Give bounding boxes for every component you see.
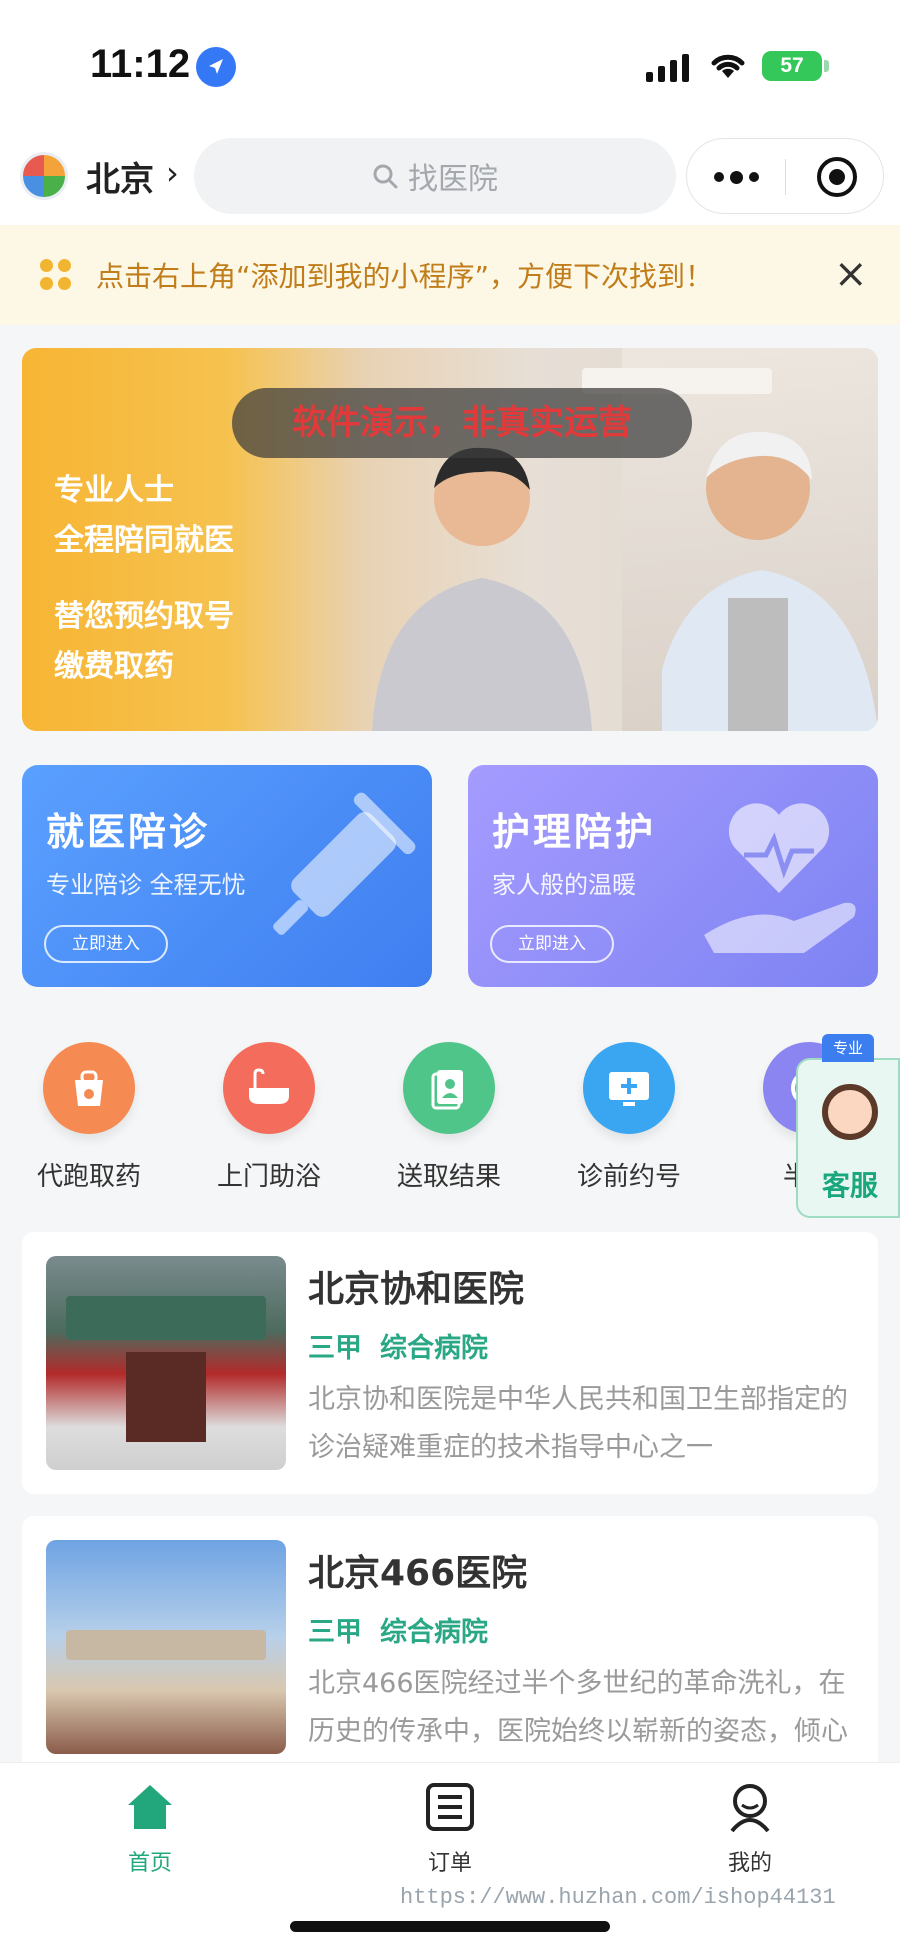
mini-program-capsule — [686, 138, 884, 214]
card-subtitle: 家人般的温暖 — [492, 871, 636, 899]
tab-home[interactable]: 首页 — [70, 1779, 230, 1877]
tab-label: 订单 — [427, 1851, 472, 1876]
status-time: 11:12 — [90, 42, 191, 86]
hospital-tags: 三甲 综合病院 — [308, 1610, 506, 1649]
close-program-icon[interactable] — [817, 157, 857, 197]
hospital-photo — [46, 1540, 286, 1754]
caregiver-illustration — [372, 447, 592, 731]
add-to-mini-program-tip: 点击右上角“添加到我的小程序”，方便下次找到！ × — [0, 225, 900, 325]
enter-button[interactable]: 立即进入 — [44, 925, 168, 963]
chevron-right-icon[interactable]: › — [166, 154, 179, 192]
capsule-divider — [785, 159, 786, 195]
quick-action-report[interactable]: 送取结果 — [384, 1042, 514, 1193]
quick-action-label: 代跑取药 — [36, 1162, 141, 1192]
hospital-photo — [46, 1256, 286, 1470]
location-arrow-icon — [196, 47, 236, 87]
banner-copy: 专业人士 全程陪同就医 替您预约取号 缴费取药 — [54, 466, 234, 692]
banner-line: 全程陪同就医 — [54, 523, 234, 558]
card-subtitle: 专业陪诊 全程无忧 — [46, 871, 246, 899]
syringe-icon — [273, 792, 416, 935]
card-title: 护理陪护 — [492, 810, 657, 854]
hospital-tag: 三甲 — [308, 1333, 362, 1364]
report-icon — [403, 1042, 495, 1134]
escort-service-card[interactable]: 就医陪诊 专业陪诊 全程无忧 立即进入 — [22, 765, 432, 987]
home-icon — [128, 1785, 172, 1829]
cs-label: 客服 — [821, 1169, 878, 1202]
bathtub-icon — [223, 1042, 315, 1134]
search-icon — [373, 164, 398, 189]
battery-indicator: 57 — [762, 51, 822, 81]
wifi-icon — [711, 54, 745, 78]
tab-profile[interactable]: 我的 — [670, 1779, 830, 1877]
quick-actions: 代跑取药 上门助浴 送取结果 诊前约号 半天 — [0, 1030, 900, 1210]
hospital-tag: 综合病院 — [380, 1333, 488, 1364]
app-page: 11:12 57 北京 › 找医院 点击右上角“添加到我的小程序”，方便下次找到… — [0, 0, 900, 1951]
demo-overlay-badge: 软件演示，非真实运营 — [232, 388, 692, 458]
hospital-tag: 三甲 — [308, 1617, 362, 1648]
more-dots-icon[interactable] — [687, 139, 785, 215]
quick-action-label: 诊前约号 — [576, 1162, 681, 1192]
quick-action-bath[interactable]: 上门助浴 — [204, 1042, 334, 1193]
search-placeholder: 找医院 — [408, 162, 498, 197]
hospital-card[interactable]: 北京协和医院 三甲 综合病院 北京协和医院是中华人民共和国卫生部指定的诊治疑难重症… — [22, 1232, 878, 1494]
enter-button[interactable]: 立即进入 — [490, 925, 614, 963]
card-title: 就医陪诊 — [46, 810, 211, 854]
close-icon[interactable]: × — [834, 249, 868, 299]
banner-line: 专业人士 — [54, 473, 174, 508]
tab-orders[interactable]: 订单 — [370, 1779, 530, 1877]
quick-action-medicine[interactable]: 代跑取药 — [24, 1042, 154, 1193]
cs-badge: 专业 — [822, 1034, 874, 1062]
quick-action-label: 送取结果 — [396, 1162, 501, 1192]
customer-service-button[interactable]: 专业 客服 — [796, 1034, 900, 1218]
hospital-name: 北京466医院 — [308, 1553, 528, 1594]
search-input[interactable]: 找医院 — [194, 138, 676, 214]
hospital-name: 北京协和医院 — [308, 1269, 525, 1310]
city-selector[interactable]: 北京 — [86, 152, 154, 201]
heart-in-hand-icon — [704, 803, 856, 953]
profile-icon — [730, 1784, 770, 1833]
status-bar: 11:12 57 — [0, 0, 900, 130]
agent-avatar-icon — [822, 1084, 878, 1140]
top-nav-bar: 北京 › 找医院 — [0, 130, 900, 225]
tip-text: 点击右上角“添加到我的小程序”，方便下次找到！ — [96, 260, 714, 293]
grid-dots-icon — [40, 259, 72, 291]
tab-label: 首页 — [127, 1851, 172, 1876]
elderly-patient-illustration — [662, 431, 878, 731]
hospital-tags: 三甲 综合病院 — [308, 1326, 506, 1365]
cellular-signal-icon — [646, 52, 689, 82]
nursing-care-card[interactable]: 护理陪护 家人般的温暖 立即进入 — [468, 765, 878, 987]
banner-line: 替您预约取号 — [54, 599, 234, 634]
hospital-tag: 综合病院 — [380, 1617, 488, 1648]
city-map-icon[interactable] — [20, 152, 68, 200]
battery-cap — [824, 60, 829, 72]
order-list-icon — [426, 1783, 474, 1831]
banner-line: 缴费取药 — [54, 649, 174, 684]
tab-label: 我的 — [727, 1851, 772, 1876]
quick-action-appointment[interactable]: 诊前约号 — [564, 1042, 694, 1193]
medicine-bag-icon — [43, 1042, 135, 1134]
bottom-tab-bar: 首页 订单 我的 https://www.huzhan.com/ishop441… — [0, 1762, 900, 1951]
home-indicator — [290, 1921, 610, 1932]
promo-banner[interactable]: 专业人士 全程陪同就医 替您预约取号 缴费取药 软件演示，非真实运营 — [22, 348, 878, 731]
monitor-icon — [583, 1042, 675, 1134]
site-watermark: https://www.huzhan.com/ishop44131 — [400, 1885, 836, 1910]
hospital-description: 北京协和医院是中华人民共和国卫生部指定的诊治疑难重症的技术指导中心之一 — [308, 1384, 848, 1463]
quick-action-label: 上门助浴 — [216, 1162, 321, 1192]
